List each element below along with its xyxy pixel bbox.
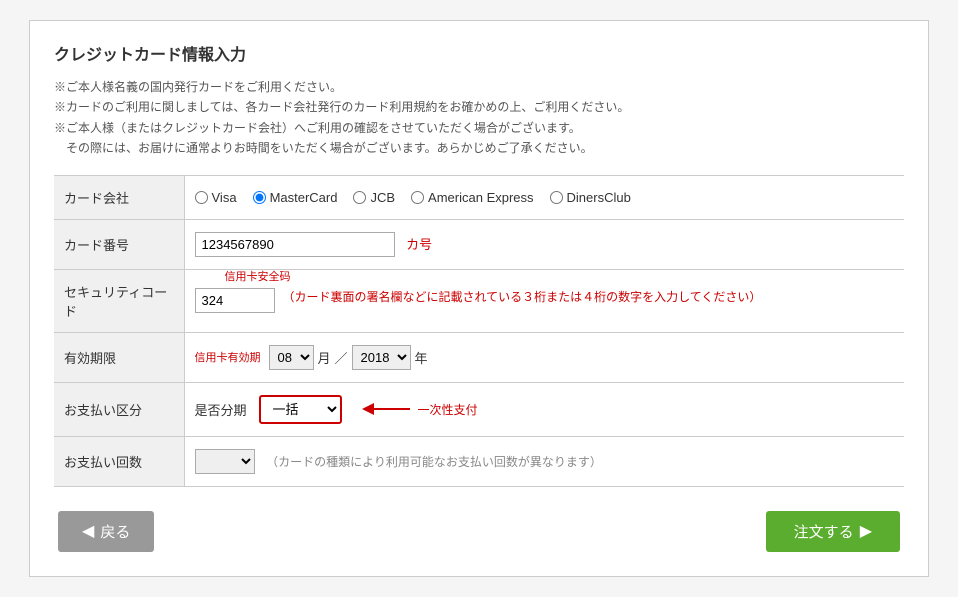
arrow-annotation: 一次性支付 — [362, 397, 478, 421]
notice-line-3: ※ご本人様（またはクレジットカード会社）へご利用の確認をさせていただく場合がござ… — [54, 118, 904, 138]
expiry-month-unit: 月 — [318, 348, 331, 367]
radio-jcb[interactable]: JCB — [353, 190, 395, 205]
back-button[interactable]: ◀ 戻る — [58, 511, 154, 552]
expiry-wrapper: 信用卡有効期 01 02 03 04 05 06 07 08 09 10 11 … — [195, 345, 895, 370]
credit-card-form-container: クレジットカード情報入力 ※ご本人様名義の国内発行カードをご利用ください。 ※カ… — [29, 20, 929, 577]
notice-line-4: その際には、お届けに通常よりお時間をいただく場合がございます。あらかじめご了承く… — [54, 138, 904, 158]
back-button-label: 戻る — [100, 521, 130, 542]
payment-type-label: お支払い区分 — [54, 382, 184, 436]
order-arrow-icon: ▶ — [860, 521, 872, 541]
payment-annotation: 一次性支付 — [418, 401, 478, 418]
expiry-label: 有効期限 — [54, 332, 184, 382]
expiry-year-select[interactable]: 2018 2019 2020 2021 2022 2023 2024 2025 — [352, 345, 411, 370]
radio-label-amex: American Express — [428, 190, 533, 205]
card-number-row: カード番号 カ号 — [54, 219, 904, 269]
payment-type-row: お支払い区分 是否分期 一括 分割 — [54, 382, 904, 436]
payment-wrapper: 是否分期 一括 分割 — [195, 395, 895, 424]
radio-label-diners: DinersClub — [567, 190, 631, 205]
card-number-value: カ号 — [184, 219, 904, 269]
expiry-separator: ／ — [335, 348, 348, 367]
notice-line-1: ※ご本人様名義の国内発行カードをご利用ください。 — [54, 77, 904, 97]
card-company-row: カード会社 Visa MasterCard JCB — [54, 175, 904, 219]
payment-count-hint: （カードの種類により利用可能なお支払い回数が異なります） — [266, 455, 602, 469]
expiry-month-select[interactable]: 01 02 03 04 05 06 07 08 09 10 11 12 — [269, 345, 314, 370]
radio-label-jcb: JCB — [370, 190, 395, 205]
radio-label-visa: Visa — [212, 190, 237, 205]
card-company-label: カード会社 — [54, 175, 184, 219]
expiry-row: 有効期限 信用卡有効期 01 02 03 04 05 06 07 08 09 1… — [54, 332, 904, 382]
payment-count-select[interactable] — [195, 449, 255, 474]
order-button-label: 注文する — [794, 521, 854, 542]
card-number-hint: カ号 — [406, 237, 432, 252]
back-arrow-icon: ◀ — [82, 521, 94, 541]
card-company-radio-group: Visa MasterCard JCB American Express — [195, 190, 895, 205]
card-number-label: カード番号 — [54, 219, 184, 269]
button-row: ◀ 戻る 注文する ▶ — [54, 511, 904, 552]
card-number-input[interactable] — [195, 232, 395, 257]
radio-input-diners[interactable] — [550, 191, 563, 204]
page-title: クレジットカード情報入力 — [54, 41, 904, 65]
radio-input-amex[interactable] — [411, 191, 424, 204]
payment-count-row: お支払い回数 （カードの種類により利用可能なお支払い回数が異なります） — [54, 436, 904, 486]
radio-input-mastercard[interactable] — [253, 191, 266, 204]
security-annotation: 信用卡安全码 — [225, 268, 291, 284]
expiry-annotation: 信用卡有効期 — [195, 349, 261, 365]
notice-line-2: ※カードのご利用に関しましては、各カード会社発行のカード利用規約をお確かめの上、… — [54, 97, 904, 117]
payment-type-value: 是否分期 一括 分割 — [184, 382, 904, 436]
radio-input-visa[interactable] — [195, 191, 208, 204]
security-code-label: セキュリティコード — [54, 269, 184, 332]
radio-mastercard[interactable]: MasterCard — [253, 190, 338, 205]
notice-block: ※ご本人様名義の国内発行カードをご利用ください。 ※カードのご利用に関しましては… — [54, 77, 904, 159]
security-code-row: セキュリティコード 信用卡安全码 （カード裏面の署名欄などに記載されている３桁ま… — [54, 269, 904, 332]
payment-yesno: 是否分期 — [195, 400, 247, 419]
payment-count-label: お支払い回数 — [54, 436, 184, 486]
expiry-value: 信用卡有効期 01 02 03 04 05 06 07 08 09 10 11 … — [184, 332, 904, 382]
security-code-value: 信用卡安全码 （カード裏面の署名欄などに記載されている３桁または４桁の数字を入力… — [184, 269, 904, 332]
arrow-icon — [362, 397, 412, 421]
payment-select-wrapper: 一括 分割 — [259, 395, 342, 424]
order-button[interactable]: 注文する ▶ — [766, 511, 900, 552]
payment-count-value: （カードの種類により利用可能なお支払い回数が異なります） — [184, 436, 904, 486]
radio-label-mastercard: MasterCard — [270, 190, 338, 205]
form-table: カード会社 Visa MasterCard JCB — [54, 175, 904, 487]
expiry-year-unit: 年 — [415, 348, 428, 367]
card-company-value: Visa MasterCard JCB American Express — [184, 175, 904, 219]
security-hint: （カード裏面の署名欄などに記載されている３桁または４桁の数字を入力してください） — [283, 288, 762, 305]
payment-select[interactable]: 一括 分割 — [259, 395, 342, 424]
security-input[interactable] — [195, 288, 275, 313]
radio-input-jcb[interactable] — [353, 191, 366, 204]
radio-visa[interactable]: Visa — [195, 190, 237, 205]
radio-diners[interactable]: DinersClub — [550, 190, 631, 205]
radio-amex[interactable]: American Express — [411, 190, 533, 205]
security-wrapper: 信用卡安全码 （カード裏面の署名欄などに記載されている３桁または４桁の数字を入力… — [195, 288, 895, 313]
